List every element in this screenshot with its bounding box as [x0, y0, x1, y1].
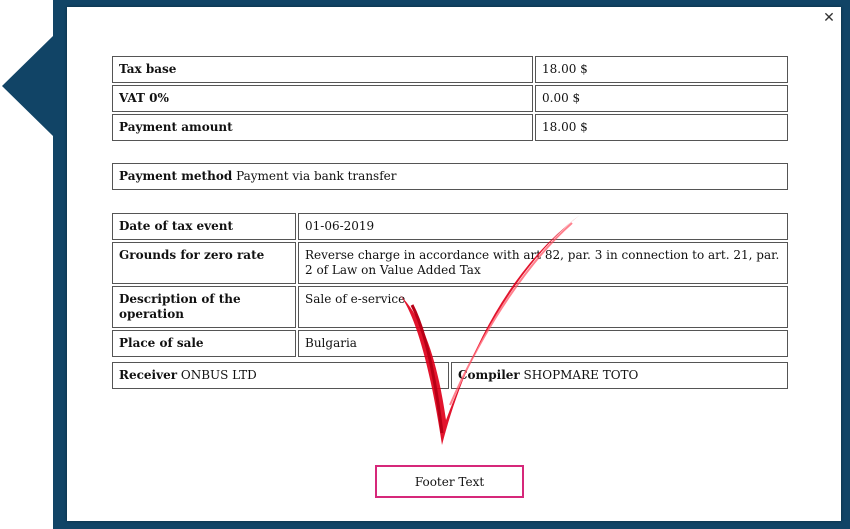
payment-amount-value: 18.00 $ [535, 114, 788, 141]
table-row: Description of the operation Sale of e-s… [112, 286, 788, 328]
parties-table: Receiver ONBUS LTD Compiler SHOPMARE TOT… [110, 360, 790, 391]
table-row: Receiver ONBUS LTD Compiler SHOPMARE TOT… [112, 362, 788, 389]
tax-event-date-value: 01-06-2019 [298, 213, 788, 240]
payment-method-value: Payment via bank transfer [236, 169, 397, 183]
zero-rate-grounds-value: Reverse charge in accordance with art 82… [298, 242, 788, 284]
table-row: Payment method Payment via bank transfer [112, 163, 788, 190]
receiver-label: Receiver [119, 368, 178, 382]
table-row: VAT 0% 0.00 $ [112, 85, 788, 112]
table-row: Payment amount 18.00 $ [112, 114, 788, 141]
payment-amount-label: Payment amount [112, 114, 533, 141]
tax-event-date-label: Date of tax event [112, 213, 296, 240]
tax-base-value: 18.00 $ [535, 56, 788, 83]
totals-table: Tax base 18.00 $ VAT 0% 0.00 $ Payment a… [110, 54, 790, 143]
footer-text-box[interactable]: Footer Text [375, 465, 524, 498]
zero-rate-grounds-label: Grounds for zero rate [112, 242, 296, 284]
arrow-pointer-icon [2, 36, 53, 136]
payment-method-label: Payment method [119, 169, 233, 183]
table-row: Grounds for zero rate Reverse charge in … [112, 242, 788, 284]
compiler-cell: Compiler SHOPMARE TOTO [451, 362, 788, 389]
close-icon[interactable]: ✕ [818, 7, 840, 29]
payment-method-cell: Payment method Payment via bank transfer [112, 163, 788, 190]
place-of-sale-label: Place of sale [112, 330, 296, 357]
compiler-label: Compiler [458, 368, 520, 382]
operation-description-value: Sale of e-service [298, 286, 788, 328]
footer-text: Footer Text [414, 474, 485, 489]
operation-description-label: Description of the operation [112, 286, 296, 328]
payment-method-table: Payment method Payment via bank transfer [110, 161, 790, 192]
table-row: Tax base 18.00 $ [112, 56, 788, 83]
vat-label: VAT 0% [112, 85, 533, 112]
vat-value: 0.00 $ [535, 85, 788, 112]
details-table: Date of tax event 01-06-2019 Grounds for… [110, 211, 790, 359]
table-row: Date of tax event 01-06-2019 [112, 213, 788, 240]
table-row: Place of sale Bulgaria [112, 330, 788, 357]
receiver-value: ONBUS LTD [180, 368, 257, 382]
place-of-sale-value: Bulgaria [298, 330, 788, 357]
receiver-cell: Receiver ONBUS LTD [112, 362, 449, 389]
compiler-value: SHOPMARE TOTO [523, 368, 639, 382]
tax-base-label: Tax base [112, 56, 533, 83]
